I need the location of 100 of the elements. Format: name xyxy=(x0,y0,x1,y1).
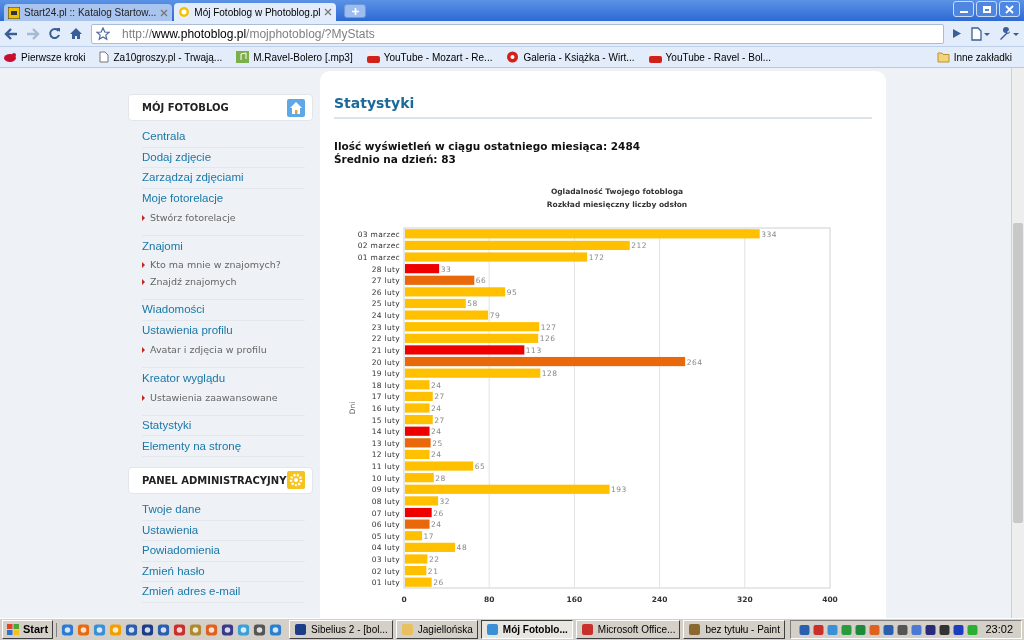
bar xyxy=(405,519,430,529)
app-icon[interactable] xyxy=(173,622,187,637)
bar xyxy=(405,566,427,576)
sidebar-link[interactable]: Twoje dane xyxy=(142,501,201,519)
app-icon xyxy=(580,623,594,636)
home-icon[interactable] xyxy=(69,27,83,40)
bookmark-link[interactable]: Pierwsze kroki xyxy=(21,49,86,65)
sidebar-link[interactable]: Kreator wyglądu xyxy=(142,369,226,388)
address-field[interactable]: http://www.photoblog.pl/mojphotoblog/?MyStats xyxy=(91,23,944,44)
bullet-icon xyxy=(142,347,145,354)
panel-header: MÓJ FOTOBLOG xyxy=(128,94,313,121)
page-icon xyxy=(99,51,110,63)
app-icon[interactable] xyxy=(141,622,155,637)
sidebar-link[interactable]: Statystyki xyxy=(142,416,192,435)
gear-icon xyxy=(287,471,305,490)
play-icon[interactable] xyxy=(952,28,962,39)
bookmark-link[interactable]: YouTube - Mozart - Re... xyxy=(383,49,493,65)
favicon xyxy=(178,6,191,18)
bookmark-link[interactable]: Za10groszy.pl - Trwają... xyxy=(113,49,223,65)
tray-icon[interactable] xyxy=(925,623,937,636)
bookmark-link[interactable]: Galeria - Książka - Wirt... xyxy=(523,49,635,65)
page-menu-icon[interactable] xyxy=(970,26,990,41)
bar xyxy=(405,577,432,587)
bullet-icon xyxy=(142,278,145,285)
close-icon[interactable] xyxy=(324,8,333,16)
sidebar-sublink[interactable]: Kto ma mnie w znajomych? xyxy=(150,257,281,273)
app-icon[interactable] xyxy=(269,622,283,637)
stats-text: Ilość wyświetleń w ciągu ostatniego miesiąca: 2484 xyxy=(334,140,641,153)
app-icon[interactable] xyxy=(221,622,235,637)
clock: 23:02 xyxy=(985,622,1013,638)
bar xyxy=(405,554,428,564)
app-icon xyxy=(688,623,702,636)
close-button[interactable] xyxy=(999,1,1020,17)
browser-tab[interactable]: Start24.pl :: Katalog Startow... xyxy=(4,4,173,21)
bar xyxy=(405,496,439,506)
sidebar-link[interactable]: Znajomi xyxy=(142,238,183,256)
other-bookmarks-link[interactable]: Inne zakładki xyxy=(953,49,1012,65)
taskbar-button[interactable]: Jagiellońska xyxy=(395,620,478,639)
app-icon[interactable] xyxy=(125,622,139,637)
restore-button[interactable] xyxy=(976,1,997,17)
windows-flag-icon xyxy=(7,624,19,635)
house-icon xyxy=(287,98,305,117)
taskbar-button[interactable]: bez tytułu - Paint xyxy=(683,620,785,639)
bar xyxy=(405,380,430,390)
bookmark-link[interactable]: M.Ravel-Bolero [.mp3] xyxy=(253,49,353,65)
new-tab-button[interactable] xyxy=(344,4,367,18)
sidebar-link[interactable]: Ustawienia xyxy=(142,521,199,539)
minimize-button[interactable] xyxy=(953,1,974,17)
scrollbar[interactable] xyxy=(1011,68,1024,618)
page-heading: Statystyki xyxy=(334,93,872,119)
bar xyxy=(405,507,432,518)
wrench-icon[interactable] xyxy=(998,26,1020,41)
app-icon[interactable] xyxy=(157,622,171,637)
bullet-icon xyxy=(142,394,145,401)
tray-icon[interactable] xyxy=(939,623,951,636)
taskbar-button[interactable]: Microsoft Office... xyxy=(575,620,681,639)
bullet-icon xyxy=(142,261,145,268)
app-icon xyxy=(400,623,414,636)
stats-text: Średnio na dzień: 83 xyxy=(334,153,457,166)
close-icon[interactable] xyxy=(160,8,169,17)
video-icon xyxy=(366,51,380,63)
tray-icon[interactable] xyxy=(897,623,909,636)
sidebar-sublink[interactable]: Znajdź znajomych xyxy=(150,274,237,290)
sidebar-link[interactable]: Zarządzaj zdjęciami xyxy=(142,169,244,187)
sidebar-link[interactable]: Centrala xyxy=(142,128,186,146)
sidebar-sublink[interactable]: Avatar i zdjęcia w profilu xyxy=(150,343,267,358)
sidebar-sublink[interactable]: Ustawienia zaawansowane xyxy=(150,390,278,405)
taskbar-button[interactable]: Mój Fotoblo... xyxy=(480,620,573,639)
reload-icon[interactable] xyxy=(48,27,61,40)
sidebar-sublink[interactable]: Stwórz fotorelacje xyxy=(150,211,236,226)
bar xyxy=(405,415,433,425)
app-icon[interactable] xyxy=(61,622,75,637)
tray-icon[interactable] xyxy=(953,623,965,636)
url-text: http://www.photoblog.pl/mojphotoblog/?MyStats xyxy=(122,25,375,43)
tray-icon[interactable] xyxy=(799,623,811,636)
tray-icon[interactable] xyxy=(883,623,895,636)
close-icon xyxy=(1005,4,1014,14)
star-icon[interactable] xyxy=(96,26,110,41)
scrollbar-thumb[interactable] xyxy=(1013,223,1023,523)
taskbar-button[interactable]: Sibelius 2 - [bol... xyxy=(289,620,393,639)
browser-tab[interactable]: Mój Fotoblog w Photoblog.pl xyxy=(174,3,337,21)
panel-header: PANEL ADMINISTRACYJNY xyxy=(128,466,313,494)
video-icon xyxy=(648,51,662,63)
sidebar-link[interactable]: Zmień hasło xyxy=(142,562,205,581)
sidebar-link[interactable]: Powiadomienia xyxy=(142,542,220,560)
app-icon xyxy=(485,623,499,636)
bookmark-link[interactable]: YouTube - Ravel - Bol... xyxy=(665,49,772,65)
sidebar-link[interactable]: Zmień adres e-mail xyxy=(142,583,241,601)
sidebar-link[interactable]: Ustawienia profilu xyxy=(142,322,233,340)
sidebar-link[interactable]: Elementy na stronę xyxy=(142,437,242,455)
bar xyxy=(405,403,430,413)
sidebar-link[interactable]: Wiadomości xyxy=(142,301,205,319)
back-icon[interactable] xyxy=(4,27,18,40)
app-icon[interactable] xyxy=(253,622,267,637)
start-button[interactable]: Start xyxy=(2,620,54,639)
plus-icon xyxy=(351,6,360,16)
folder-icon xyxy=(936,51,950,63)
tray-icon[interactable] xyxy=(813,623,825,636)
sidebar-link[interactable]: Dodaj zdjęcie xyxy=(142,148,212,166)
sidebar-link[interactable]: Moje fotorelacje xyxy=(142,190,224,208)
